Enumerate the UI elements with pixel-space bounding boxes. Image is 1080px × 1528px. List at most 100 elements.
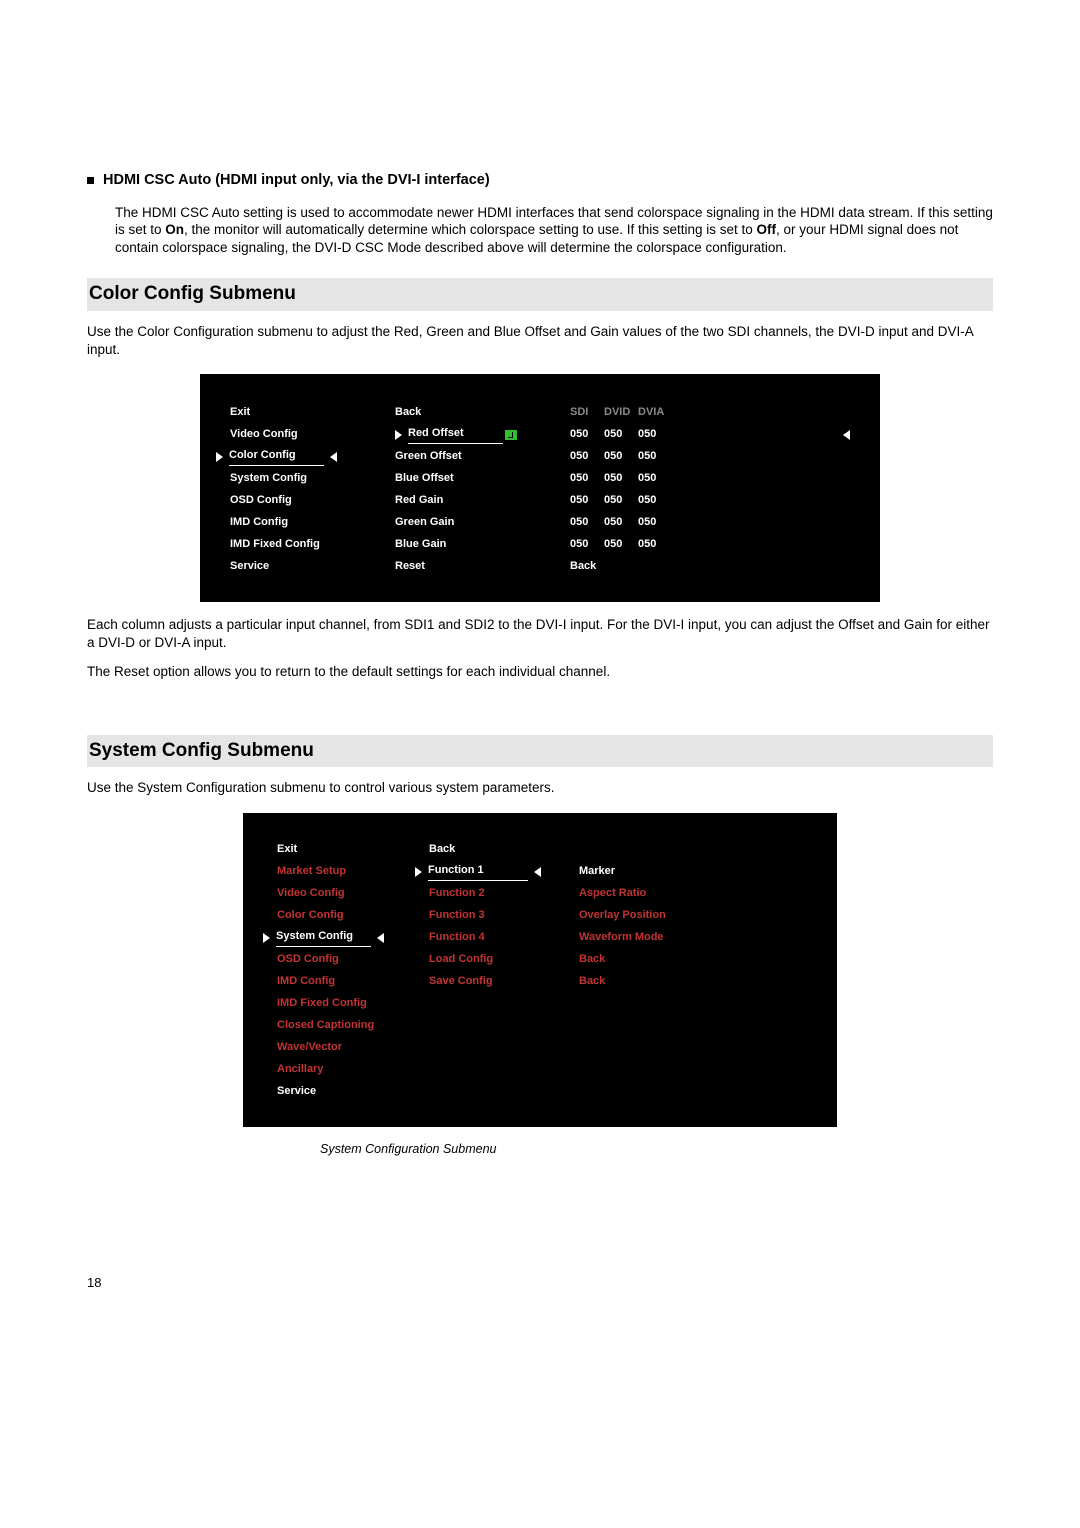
osd-row: System Config Blue Offset 050 050 050	[230, 468, 850, 490]
osd-left-item: IMD Fixed Config	[230, 537, 395, 552]
menu-item-ancillary: Ancillary	[277, 1062, 429, 1077]
left-arrow-icon	[843, 430, 850, 440]
osd-header-row: Exit Back SDI DVID DVIA	[230, 402, 850, 424]
menu-item-imd-config: IMD Config	[277, 974, 429, 989]
enter-icon	[505, 430, 517, 440]
menu-item-green-gain: Green Gain	[395, 515, 454, 530]
menu-item-exit: Exit	[230, 405, 250, 420]
menu-item-function-1: Function 1	[428, 863, 528, 880]
osd-mid-item: Red Offset	[395, 426, 570, 443]
value-cell: 050	[604, 515, 638, 530]
menu-item-imd-config: IMD Config	[230, 515, 288, 530]
menu-item-service: Service	[230, 559, 269, 574]
osd-left-item-selected: System Config	[277, 929, 429, 946]
value-cell: 050	[604, 493, 638, 508]
menu-item-video-config: Video Config	[230, 427, 298, 442]
value-cell: 050	[570, 471, 604, 486]
value-cell: 050	[638, 449, 672, 464]
color-config-para2: The Reset option allows you to return to…	[87, 663, 993, 681]
value-cell: 050	[570, 493, 604, 508]
osd-left-item-selected: Color Config	[230, 448, 395, 465]
osd-left-item: System Config	[230, 471, 395, 486]
menu-item-color-config: Color Config	[229, 448, 324, 465]
menu-item-system-config: System Config	[276, 929, 371, 946]
col-head-dvia: DVIA	[638, 405, 672, 420]
menu-item-back: Back	[429, 842, 579, 857]
value-cell: 050	[604, 537, 638, 552]
right-indicator	[843, 427, 850, 442]
osd-mid-item: Red Gain	[395, 493, 570, 508]
page-number: 18	[87, 1274, 993, 1292]
figure-caption: System Configuration Submenu	[320, 1141, 993, 1159]
section-heading-hdmi: HDMI CSC Auto (HDMI input only, via the …	[87, 170, 993, 190]
menu-item-function-4: Function 4	[429, 930, 579, 945]
menu-item-system-config: System Config	[230, 471, 307, 486]
menu-item-video-config: Video Config	[277, 886, 429, 901]
osd-row: Video Config Function 2 Aspect Ratio	[277, 883, 807, 905]
value-cell: 050	[638, 493, 672, 508]
menu-item-imd-fixed-config: IMD Fixed Config	[230, 537, 320, 552]
value-cell: 050	[570, 515, 604, 530]
osd-row: Video Config Red Offset 050 050 050	[230, 424, 850, 446]
left-arrow-icon	[330, 452, 337, 462]
value-cell: 050	[638, 471, 672, 486]
menu-item-red-offset: Red Offset	[408, 426, 503, 443]
bold-off: Off	[757, 222, 777, 237]
value-cell: 050	[570, 427, 604, 442]
osd-row: IMD Fixed Config Blue Gain 050 050 050	[230, 534, 850, 556]
menu-item-closed-captioning: Closed Captioning	[277, 1018, 429, 1033]
value-aspect-ratio: Aspect Ratio	[579, 886, 729, 901]
osd-mid-item: Blue Offset	[395, 471, 570, 486]
menu-item-save-config: Save Config	[429, 974, 579, 989]
menu-item-back: Back	[395, 405, 421, 420]
value-cell: 050	[570, 449, 604, 464]
value-cell: 050	[638, 427, 672, 442]
bullet-icon	[87, 177, 94, 184]
menu-item-service: Service	[277, 1084, 429, 1099]
col-head-dvid: DVID	[604, 405, 638, 420]
osd-system-config: Exit Back Market Setup Function 1 Marker…	[243, 813, 837, 1127]
menu-item-imd-fixed-config: IMD Fixed Config	[277, 996, 429, 1011]
osd-left-item: Exit	[230, 405, 395, 420]
menu-item-blue-offset: Blue Offset	[395, 471, 454, 486]
osd-row: Ancillary	[277, 1059, 807, 1081]
osd-row: IMD Config Green Gain 050 050 050	[230, 512, 850, 534]
osd-row: Market Setup Function 1 Marker	[277, 861, 807, 883]
osd-left-item: IMD Config	[230, 515, 395, 530]
menu-item-osd-config: OSD Config	[277, 952, 429, 967]
osd-row: Wave/Vector	[277, 1037, 807, 1059]
value-back: Back	[579, 952, 729, 967]
osd-left-item: OSD Config	[230, 493, 395, 508]
color-config-intro: Use the Color Configuration submenu to a…	[87, 323, 993, 358]
value-cell: 050	[604, 427, 638, 442]
osd-row: OSD Config Red Gain 050 050 050	[230, 490, 850, 512]
osd-row: Service Reset Back	[230, 556, 850, 578]
menu-item-wave-vector: Wave/Vector	[277, 1040, 429, 1055]
value-cell: 050	[604, 449, 638, 464]
subheading-color-config: Color Config Submenu	[87, 278, 993, 311]
osd-left-item: Video Config	[230, 427, 395, 442]
bold-on: On	[165, 222, 184, 237]
value-cell: 050	[638, 515, 672, 530]
menu-item-load-config: Load Config	[429, 952, 579, 967]
value-overlay-position: Overlay Position	[579, 908, 729, 923]
osd-row: System Config Function 4 Waveform Mode	[277, 927, 807, 949]
left-arrow-icon	[377, 933, 384, 943]
play-icon	[395, 430, 402, 440]
col-head-sdi: SDI	[570, 405, 604, 420]
menu-item-green-offset: Green Offset	[395, 449, 462, 464]
osd-row: Color Config Green Offset 050 050 050	[230, 446, 850, 468]
value-cell: Back	[570, 559, 596, 574]
osd-mid-item: Blue Gain	[395, 537, 570, 552]
menu-item-market-setup: Market Setup	[277, 864, 429, 879]
play-icon	[415, 867, 422, 877]
osd-row: Closed Captioning	[277, 1015, 807, 1037]
value-cell: 050	[570, 537, 604, 552]
hdmi-paragraph: The HDMI CSC Auto setting is used to acc…	[115, 204, 993, 257]
osd-color-config: Exit Back SDI DVID DVIA Video Config Red…	[200, 374, 880, 602]
heading-text: HDMI CSC Auto (HDMI input only, via the …	[103, 170, 490, 190]
value-back: Back	[579, 974, 729, 989]
value-marker: Marker	[579, 864, 729, 879]
osd-row: IMD Fixed Config	[277, 993, 807, 1015]
subheading-system-config: System Config Submenu	[87, 735, 993, 768]
